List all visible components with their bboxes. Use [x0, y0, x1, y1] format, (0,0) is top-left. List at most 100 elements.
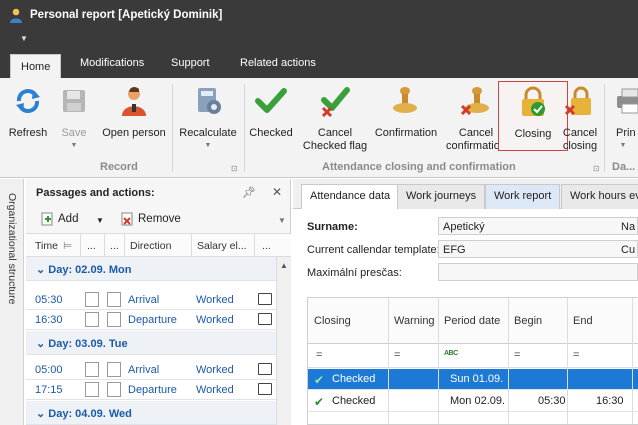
col-flag-1[interactable]: ... — [87, 240, 96, 252]
passages-header: Passages and actions: 📌︎ ✕ — [26, 179, 291, 207]
cancel-closing-button[interactable]: Cancel closing — [562, 78, 598, 158]
attendance-group-launcher-icon[interactable]: ⊡ — [593, 164, 600, 173]
title-bar: Personal report [Apetický Dominik] ▼ — [0, 0, 638, 50]
closing-button[interactable]: Closing — [498, 81, 568, 151]
printer-icon — [617, 88, 638, 114]
refresh-label: Refresh — [8, 127, 48, 139]
tab-attendance-data[interactable]: Attendance data — [301, 184, 400, 210]
row-checkbox[interactable] — [85, 292, 99, 307]
col-flag-2[interactable]: ... — [110, 240, 119, 252]
passages-toolbar: Add ▼ Remove ▼ — [26, 207, 291, 233]
col-period-date[interactable]: Period date — [444, 315, 500, 327]
recalculate-button[interactable]: Recalculate ▼ — [176, 78, 240, 158]
close-icon[interactable]: ✕ — [272, 185, 282, 199]
row-closing: Checked — [332, 373, 376, 385]
organizational-structure-label: Organizational structure — [6, 193, 18, 305]
col-closing[interactable]: Closing — [314, 315, 351, 327]
open-person-label: Open person — [102, 127, 166, 139]
tab-work-report[interactable]: Work report — [485, 184, 561, 209]
add-button[interactable]: Add — [40, 212, 78, 226]
filter-closing[interactable]: = — [316, 349, 322, 361]
remove-button[interactable]: Remove — [120, 212, 181, 226]
col-divider — [388, 298, 389, 424]
row-salary: Worked — [196, 314, 234, 326]
day-group-row[interactable]: ⌄ Day: 02.09. Mon — [26, 257, 276, 281]
row-checkbox[interactable] — [85, 382, 99, 397]
row-closing: Checked — [332, 395, 376, 407]
tab-work-hours[interactable]: Work hours ev — [561, 184, 638, 209]
row-begin: 05:30 — [538, 395, 566, 407]
row-time: 17:15 — [35, 384, 63, 396]
confirmation-button[interactable]: Confirmation — [372, 78, 440, 158]
floppy-disk-icon — [63, 90, 85, 112]
table-row[interactable]: 17:15 Departure Worked — [26, 380, 276, 400]
stamp-icon — [393, 87, 417, 113]
recalculate-dropdown-icon: ▼ — [204, 142, 212, 149]
open-person-button[interactable]: Open person — [98, 78, 170, 158]
day-group-row[interactable]: ⌄ Day: 03.09. Tue — [26, 331, 276, 355]
quick-access-dropdown-icon[interactable]: ▼ — [20, 34, 28, 43]
passages-scrollbar[interactable]: ▲ — [276, 257, 291, 425]
note-icon[interactable] — [258, 293, 272, 305]
checked-button[interactable]: Checked — [246, 78, 296, 158]
da-group-label: Da... — [612, 161, 636, 173]
col-begin[interactable]: Begin — [514, 315, 542, 327]
row-checkbox[interactable] — [107, 312, 121, 327]
col-direction[interactable]: Direction — [130, 240, 171, 252]
col-end[interactable]: End — [573, 315, 593, 327]
remove-label: Remove — [138, 213, 181, 225]
row-direction: Departure — [128, 314, 177, 326]
print-label: Prin — [616, 127, 636, 139]
tab-home[interactable]: Home — [10, 54, 62, 78]
col-divider — [632, 298, 633, 424]
template-field: EFG — [438, 240, 638, 258]
toolbar-overflow-icon[interactable]: ▼ — [278, 216, 286, 225]
col-divider — [567, 298, 568, 424]
col-time[interactable]: Time — [35, 240, 58, 252]
row-checkbox[interactable] — [107, 382, 121, 397]
row-checkbox[interactable] — [107, 292, 121, 307]
organizational-structure-strip[interactable]: Organizational structure — [0, 179, 24, 425]
row-checkbox[interactable] — [107, 362, 121, 377]
note-icon[interactable] — [258, 383, 272, 395]
col-warning[interactable]: Warning — [394, 315, 435, 327]
record-group-launcher-icon[interactable]: ⊡ — [231, 164, 238, 173]
table-row[interactable]: 05:30 Arrival Worked — [26, 290, 276, 310]
remove-document-icon — [121, 212, 133, 226]
row-checkbox[interactable] — [85, 362, 99, 377]
filter-begin[interactable]: = — [514, 349, 520, 361]
save-button[interactable]: Save ▼ — [54, 78, 94, 158]
passages-title: Passages and actions: — [36, 187, 155, 199]
table-row[interactable]: 16:30 Departure Worked — [26, 310, 276, 330]
tab-modifications[interactable]: Modifications — [80, 57, 144, 69]
tab-work-journeys[interactable]: Work journeys — [397, 184, 486, 209]
print-dropdown-icon: ▼ — [619, 142, 627, 149]
note-icon[interactable] — [258, 363, 272, 375]
filter-end[interactable]: = — [573, 349, 579, 361]
print-button[interactable]: Prin ▼ — [608, 78, 638, 158]
padlock-check-icon — [522, 86, 545, 116]
tab-support[interactable]: Support — [171, 57, 210, 69]
day-group-row[interactable]: ⌄ Day: 04.09. Wed — [26, 401, 276, 425]
scroll-up-icon[interactable]: ▲ — [280, 261, 288, 270]
confirmation-label: Confirmation — [374, 127, 438, 139]
pin-icon[interactable]: 📌︎ — [242, 186, 256, 199]
table-row[interactable]: ✔ Checked Mon 02.09. 05:30 16:30 — [308, 391, 638, 412]
refresh-button[interactable]: Refresh — [4, 78, 52, 158]
note-icon[interactable] — [258, 313, 272, 325]
col-salary[interactable]: Salary el... — [197, 240, 247, 252]
row-end: 16:30 — [596, 395, 624, 407]
filter-period-abc-icon[interactable]: ABC — [444, 350, 458, 357]
closing-label: Closing — [514, 128, 552, 140]
col-extra[interactable]: ... — [262, 240, 271, 252]
cancel-checked-flag-button[interactable]: Cancel Checked flag — [300, 78, 370, 158]
col-divider — [508, 298, 509, 424]
row-direction: Arrival — [128, 364, 160, 376]
filter-warning[interactable]: = — [394, 349, 400, 361]
add-label: Add — [58, 213, 79, 225]
row-checkbox[interactable] — [85, 312, 99, 327]
table-row-selected[interactable]: ✔ Checked Sun 01.09. — [308, 369, 638, 390]
add-dropdown-icon[interactable]: ▼ — [96, 216, 104, 225]
table-row[interactable]: 05:00 Arrival Worked — [26, 360, 276, 380]
tab-related-actions[interactable]: Related actions — [240, 57, 316, 69]
